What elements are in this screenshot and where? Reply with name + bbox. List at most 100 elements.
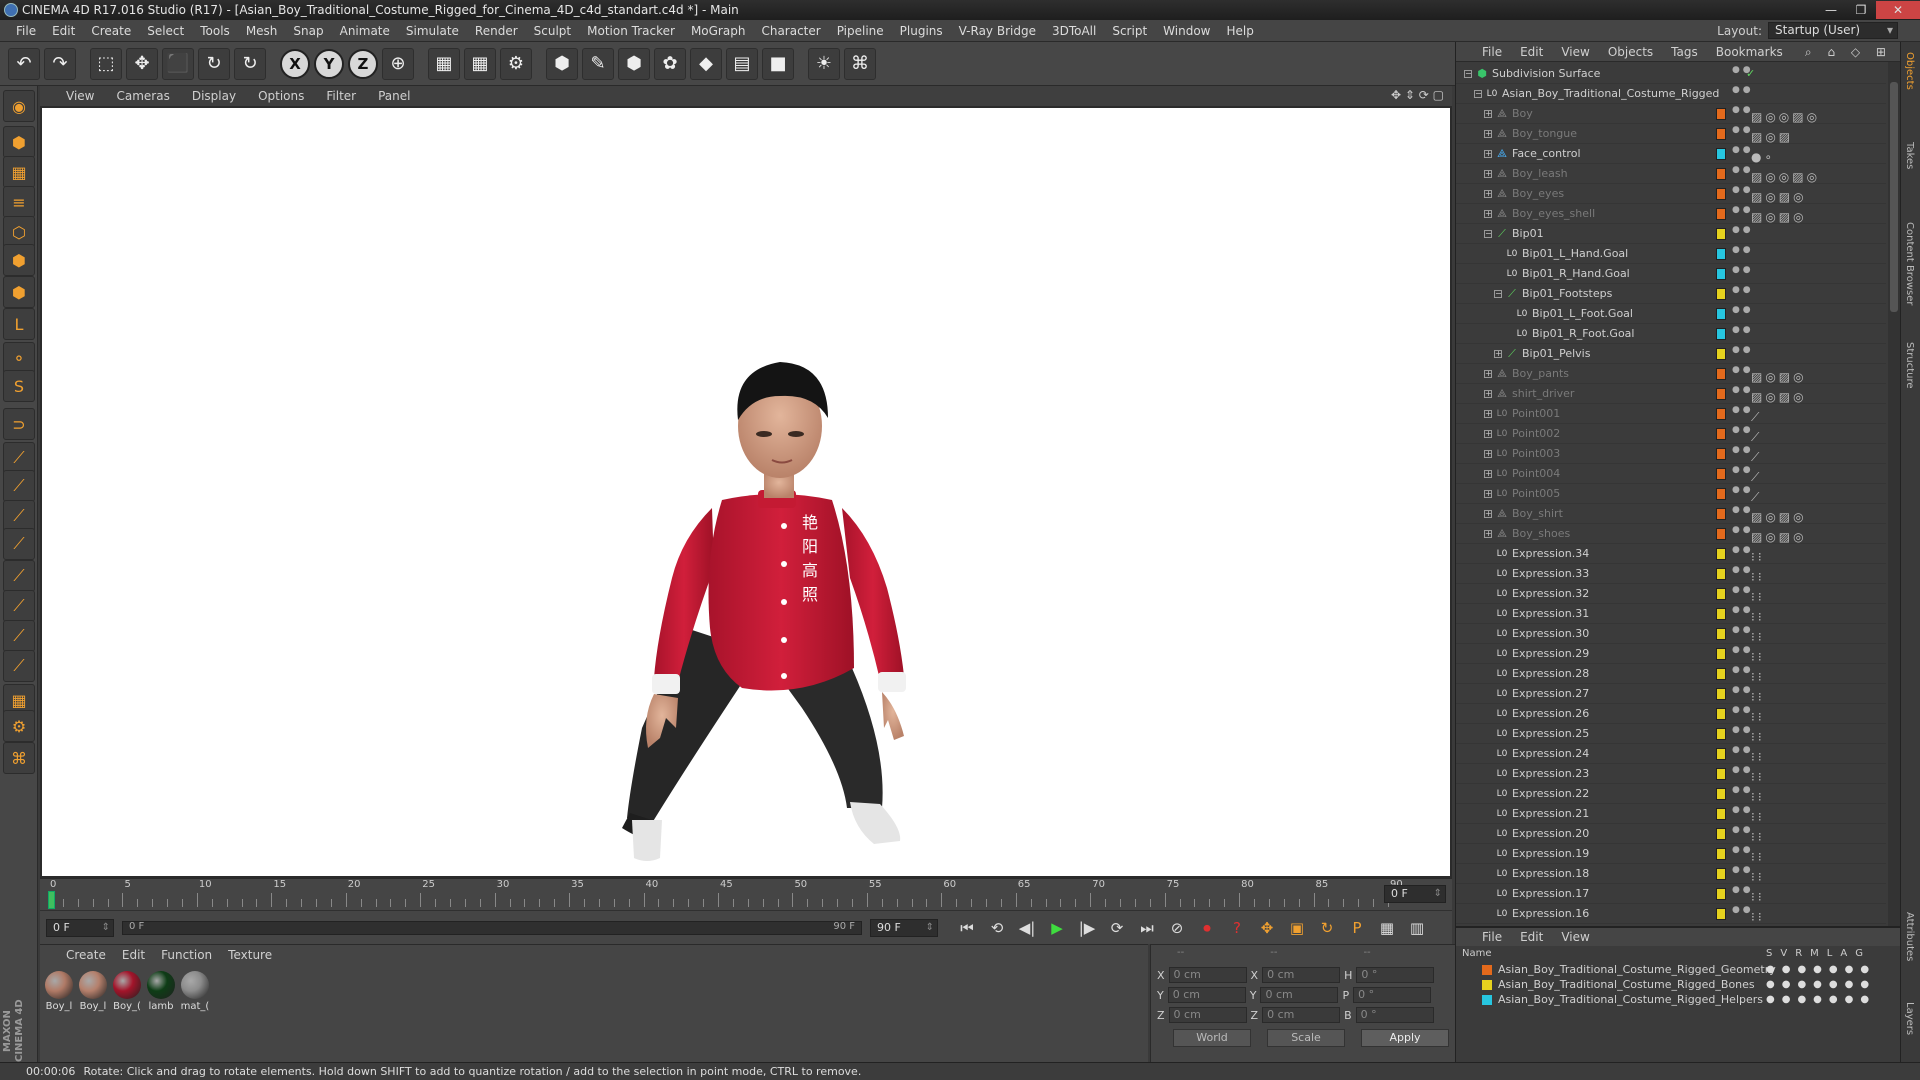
rotate-icon[interactable]: ↻: [198, 47, 230, 80]
material-swatch[interactable]: Boy_l: [78, 971, 108, 1012]
expand-toggle-icon[interactable]: −: [1494, 290, 1502, 298]
object-row[interactable]: L0 Bip01_L_Hand.Goal ● ●: [1456, 244, 1886, 264]
object-row[interactable]: L0 Expression.23 ● ● ⁝⁝: [1456, 764, 1886, 784]
object-menu-bookmarks[interactable]: Bookmarks: [1716, 45, 1783, 59]
object-row[interactable]: + ⟁ shirt_driver ● ● ▨◎▨◎: [1456, 384, 1886, 404]
expand-toggle-icon[interactable]: +: [1484, 410, 1492, 418]
magnet-icon[interactable]: ⊃: [3, 408, 35, 440]
side-tab-objects[interactable]: Objects: [1904, 52, 1915, 90]
axis-mode-icon[interactable]: L: [3, 308, 35, 340]
camera-icon[interactable]: ■: [762, 47, 794, 80]
visibility-dots-icon[interactable]: ● ●: [1732, 826, 1751, 835]
visibility-dots-icon[interactable]: ● ●: [1732, 786, 1751, 795]
layer-color-swatch[interactable]: [1716, 808, 1726, 820]
object-row[interactable]: + L0 Point004 ● ● ⟋: [1456, 464, 1886, 484]
cloner-icon[interactable]: ✿: [654, 47, 686, 80]
expand-toggle-icon[interactable]: +: [1484, 510, 1492, 518]
play-icon[interactable]: ▶: [1044, 916, 1070, 940]
edges-mode-icon[interactable]: ⬢: [3, 244, 35, 276]
layer-color-swatch[interactable]: [1716, 628, 1726, 640]
python-icon[interactable]: ⌘: [3, 742, 35, 774]
coordinate-type-dropdown[interactable]: Scale: [1267, 1029, 1345, 1047]
workplane-icon[interactable]: ≡: [3, 186, 35, 218]
coord-rotation-field[interactable]: 0 °: [1353, 987, 1432, 1003]
layer-row[interactable]: Asian_Boy_Traditional_Costume_Rigged_Geo…: [1456, 962, 1896, 977]
coord-size-field[interactable]: 0 cm: [1260, 987, 1339, 1003]
layer-color-swatch[interactable]: [1716, 748, 1726, 760]
next-key-icon[interactable]: ⟳: [1104, 916, 1130, 940]
visibility-dots-icon[interactable]: ● ●: [1732, 126, 1751, 135]
layer-color-swatch[interactable]: [1716, 108, 1726, 120]
object-row[interactable]: L0 Expression.19 ● ● ⁝⁝: [1456, 844, 1886, 864]
world-coordinates-icon[interactable]: ⊕: [382, 47, 414, 80]
object-row[interactable]: L0 Expression.27 ● ● ⁝⁝: [1456, 684, 1886, 704]
expand-toggle-icon[interactable]: +: [1484, 130, 1492, 138]
layer-color-swatch[interactable]: [1482, 980, 1492, 990]
apply-button[interactable]: Apply: [1361, 1029, 1449, 1047]
visibility-dots-icon[interactable]: ● ●: [1732, 166, 1751, 175]
texture-mode-icon[interactable]: ▦: [3, 156, 35, 188]
object-row[interactable]: + L0 Point001 ● ● ⟋: [1456, 404, 1886, 424]
object-menu-objects[interactable]: Objects: [1608, 45, 1653, 59]
layer-row[interactable]: Asian_Boy_Traditional_Costume_Rigged_Bon…: [1456, 977, 1896, 992]
layer-color-swatch[interactable]: [1716, 588, 1726, 600]
visibility-dots-icon[interactable]: ● ●: [1732, 726, 1751, 735]
visibility-dots-icon[interactable]: ● ●: [1732, 866, 1751, 875]
floor-icon[interactable]: ▤: [726, 47, 758, 80]
visibility-dots-icon[interactable]: ● ●: [1732, 666, 1751, 675]
visibility-dots-icon[interactable]: ● ●: [1732, 446, 1751, 455]
y-axis-icon[interactable]: Y: [314, 48, 344, 79]
layer-color-swatch[interactable]: [1716, 408, 1726, 420]
visibility-dots-icon[interactable]: ● ●: [1732, 326, 1751, 335]
visibility-dots-icon[interactable]: ● ●: [1732, 266, 1751, 275]
object-row[interactable]: L0 Expression.30 ● ● ⁝⁝: [1456, 624, 1886, 644]
layer-menu-edit[interactable]: Edit: [1520, 930, 1543, 944]
object-row[interactable]: L0 Expression.24 ● ● ⁝⁝: [1456, 744, 1886, 764]
object-row[interactable]: L0 Expression.20 ● ● ⁝⁝: [1456, 824, 1886, 844]
deformer-icon[interactable]: ◆: [690, 47, 722, 80]
record-disabled-icon[interactable]: ⊘: [1164, 916, 1190, 940]
object-row[interactable]: + ⟋ Bip01_Pelvis ● ●: [1456, 344, 1886, 364]
layout-dropdown[interactable]: Startup (User): [1768, 22, 1898, 39]
visibility-dots-icon[interactable]: ● ●: [1732, 766, 1751, 775]
python-icon[interactable]: ⌘: [844, 47, 876, 80]
visibility-dots-icon[interactable]: ● ●: [1732, 746, 1751, 755]
parameter-key-icon[interactable]: P: [1344, 916, 1370, 940]
viewport-navigation-icons[interactable]: ✥ ⇕ ⟳ ▢: [1391, 88, 1444, 102]
visibility-dots-icon[interactable]: ● ●: [1732, 246, 1751, 255]
object-row[interactable]: L0 Expression.21 ● ● ⁝⁝: [1456, 804, 1886, 824]
expand-toggle-icon[interactable]: +: [1484, 170, 1492, 178]
visibility-dots-icon[interactable]: ● ●: [1732, 586, 1751, 595]
side-tab-layers[interactable]: Layers: [1904, 1002, 1915, 1035]
object-row[interactable]: + ⟁ Boy_eyes ● ● ▨◎▨◎: [1456, 184, 1886, 204]
go-to-start-icon[interactable]: ⏮: [954, 916, 980, 940]
previous-key-icon[interactable]: ⟲: [984, 916, 1010, 940]
layer-color-swatch[interactable]: [1482, 995, 1492, 1005]
coord-size-field[interactable]: 0 cm: [1262, 967, 1341, 983]
viewport-menu-panel[interactable]: Panel: [378, 89, 410, 103]
coord-position-field[interactable]: 0 cm: [1168, 967, 1247, 983]
layer-menu-file[interactable]: File: [1482, 930, 1502, 944]
layer-color-swatch[interactable]: [1716, 148, 1726, 160]
object-menu-view[interactable]: View: [1561, 45, 1589, 59]
pen-spline-icon[interactable]: ✎: [582, 47, 614, 80]
visibility-dots-icon[interactable]: ● ●: [1732, 386, 1751, 395]
object-row[interactable]: L0 Expression.17 ● ● ⁝⁝: [1456, 884, 1886, 904]
scale-key-icon[interactable]: ▣: [1284, 916, 1310, 940]
object-row[interactable]: − ⬢ Subdivision Surface ● ● ✓: [1456, 64, 1886, 84]
layer-flag-toggles-icon[interactable]: ●●●●●●●: [1766, 992, 1876, 1007]
timeline-ruler[interactable]: 051015202530354045505560657075808590 0 F: [40, 878, 1452, 910]
menu-snap[interactable]: Snap: [285, 24, 331, 38]
menu-create[interactable]: Create: [83, 24, 139, 38]
viewport-menu-display[interactable]: Display: [192, 89, 236, 103]
object-menu-tags[interactable]: Tags: [1671, 45, 1698, 59]
side-tab-content-browser[interactable]: Content Browser: [1904, 222, 1915, 305]
visibility-dots-icon[interactable]: ● ●: [1732, 406, 1751, 415]
side-tab-takes[interactable]: Takes: [1904, 142, 1915, 169]
next-frame-icon[interactable]: |▶: [1074, 916, 1100, 940]
expand-toggle-icon[interactable]: +: [1484, 530, 1492, 538]
layer-color-swatch[interactable]: [1716, 828, 1726, 840]
menu-render[interactable]: Render: [467, 24, 526, 38]
timeline-icon[interactable]: ▥: [1404, 916, 1430, 940]
layer-color-swatch[interactable]: [1716, 128, 1726, 140]
